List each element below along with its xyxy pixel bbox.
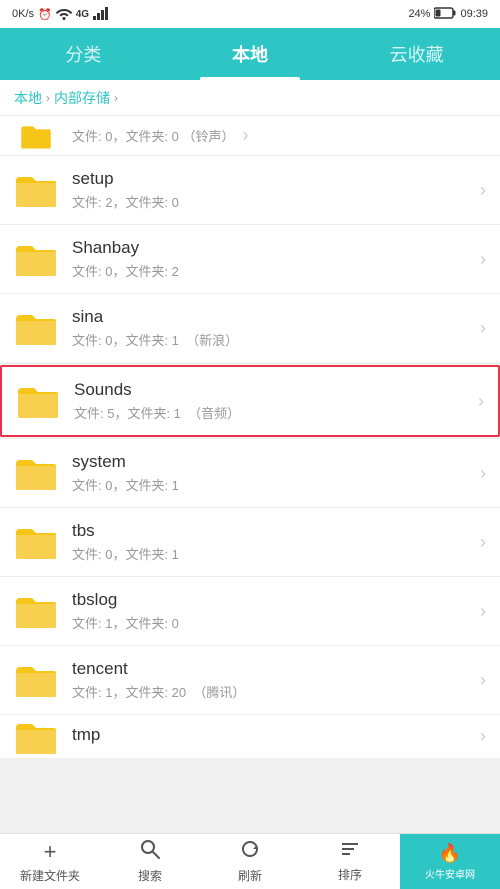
- file-info: tbs 文件: 0，文件夹: 1: [72, 521, 472, 563]
- status-left: 0K/s ⏰ 4G: [12, 6, 109, 23]
- file-info: tencent 文件: 1，文件夹: 20 （腾讯）: [72, 659, 472, 701]
- file-meta: 文件: 2，文件夹: 0: [72, 192, 472, 211]
- folder-icon: [14, 168, 58, 212]
- chevron-icon: ›: [480, 601, 486, 622]
- tab-local[interactable]: 本地: [167, 28, 334, 80]
- file-meta: 文件: 0，文件夹: 1: [72, 475, 472, 494]
- partial-folder-icon: [14, 122, 58, 150]
- list-item[interactable]: Shanbay 文件: 0，文件夹: 2 ›: [0, 225, 500, 294]
- file-name: tbslog: [72, 590, 472, 610]
- chevron-icon: ›: [480, 249, 486, 270]
- file-info: Sounds 文件: 5，文件夹: 1 （音频）: [74, 380, 470, 422]
- search-icon: [140, 839, 160, 865]
- file-name: setup: [72, 169, 472, 189]
- nav-label: 刷新: [238, 867, 262, 884]
- file-name: tmp: [72, 725, 472, 745]
- list-item[interactable]: tbslog 文件: 1，文件夹: 0 ›: [0, 577, 500, 646]
- file-meta: 文件: 0，文件夹: 1 （新浪）: [72, 330, 472, 349]
- chevron-icon: ›: [478, 391, 484, 412]
- file-meta: 文件: 1，文件夹: 20 （腾讯）: [72, 682, 472, 701]
- breadcrumb-sep-2: ›: [114, 91, 118, 105]
- breadcrumb-sep-1: ›: [46, 91, 50, 105]
- nav-label: 搜索: [138, 867, 162, 884]
- folder-icon: [14, 658, 58, 702]
- list-item[interactable]: system 文件: 0，文件夹: 1 ›: [0, 439, 500, 508]
- partial-chevron-icon: ›: [243, 125, 249, 146]
- folder-icon: [14, 451, 58, 495]
- list-item[interactable]: setup 文件: 2，文件夹: 0 ›: [0, 156, 500, 225]
- nav-label: 新建文件夹: [20, 867, 80, 884]
- partial-file-item[interactable]: 文件: 0，文件夹: 0 （铃声） ›: [0, 116, 500, 156]
- nav-new-folder[interactable]: + 新建文件夹: [0, 834, 100, 889]
- nav-brand[interactable]: 🔥 火牛安卓网: [400, 834, 500, 889]
- chevron-icon: ›: [480, 180, 486, 201]
- list-item[interactable]: tencent 文件: 1，文件夹: 20 （腾讯） ›: [0, 646, 500, 715]
- chevron-icon: ›: [480, 532, 486, 553]
- chevron-icon: ›: [480, 463, 486, 484]
- file-info: tbslog 文件: 1，文件夹: 0: [72, 590, 472, 632]
- file-name: sina: [72, 307, 472, 327]
- file-info: setup 文件: 2，文件夹: 0: [72, 169, 472, 211]
- chevron-icon: ›: [480, 318, 486, 339]
- speed-indicator: 0K/s: [12, 8, 34, 20]
- file-list: 文件: 0，文件夹: 0 （铃声） › setup 文件: 2，文件夹: 0 ›…: [0, 116, 500, 833]
- battery-percent: 24%: [408, 8, 430, 20]
- folder-icon: [14, 715, 58, 759]
- file-meta: 文件: 5，文件夹: 1 （音频）: [74, 403, 470, 422]
- nav-sort[interactable]: 排序: [300, 834, 400, 889]
- tab-cloud[interactable]: 云收藏: [333, 28, 500, 80]
- file-name: Shanbay: [72, 238, 472, 258]
- folder-icon: [14, 306, 58, 350]
- nav-search[interactable]: 搜索: [100, 834, 200, 889]
- file-info: Shanbay 文件: 0，文件夹: 2: [72, 238, 472, 280]
- signal-4g-icon: 4G: [76, 9, 89, 20]
- file-name: tbs: [72, 521, 472, 541]
- time-display: 09:39: [460, 8, 488, 20]
- signal-bars-icon: [93, 6, 109, 23]
- refresh-icon: [240, 839, 260, 865]
- file-meta: 文件: 0，文件夹: 1: [72, 544, 472, 563]
- list-item-partial[interactable]: tmp ›: [0, 715, 500, 759]
- file-meta: 文件: 1，文件夹: 0: [72, 613, 472, 632]
- breadcrumb-internal-storage[interactable]: 内部存储: [54, 88, 110, 108]
- file-name: system: [72, 452, 472, 472]
- breadcrumb-local[interactable]: 本地: [14, 88, 42, 108]
- status-right: 24% 09:39: [408, 7, 488, 22]
- wifi-icon: [56, 6, 72, 23]
- nav-label: 火牛安卓网: [425, 866, 475, 881]
- folder-icon: [14, 237, 58, 281]
- file-info: sina 文件: 0，文件夹: 1 （新浪）: [72, 307, 472, 349]
- status-bar: 0K/s ⏰ 4G 24% 09:39: [0, 0, 500, 28]
- file-info: tmp: [72, 725, 472, 748]
- folder-icon: [16, 379, 60, 423]
- file-name: tencent: [72, 659, 472, 679]
- tab-category[interactable]: 分类: [0, 28, 167, 80]
- list-item[interactable]: tbs 文件: 0，文件夹: 1 ›: [0, 508, 500, 577]
- breadcrumb: 本地 › 内部存储 ›: [0, 80, 500, 116]
- chevron-icon: ›: [480, 726, 486, 747]
- sort-icon: [340, 840, 360, 864]
- tab-bar: 分类 本地 云收藏: [0, 28, 500, 80]
- file-name: Sounds: [74, 380, 470, 400]
- folder-icon: [14, 520, 58, 564]
- alarm-icon: ⏰: [38, 8, 52, 21]
- nav-refresh[interactable]: 刷新: [200, 834, 300, 889]
- bottom-nav: + 新建文件夹 搜索 刷新 排序: [0, 833, 500, 889]
- partial-file-meta: 文件: 0，文件夹: 0 （铃声）: [72, 126, 235, 145]
- battery-icon: [434, 7, 456, 22]
- file-meta: 文件: 0，文件夹: 2: [72, 261, 472, 280]
- chevron-icon: ›: [480, 670, 486, 691]
- list-item[interactable]: sina 文件: 0，文件夹: 1 （新浪） ›: [0, 294, 500, 363]
- file-info: system 文件: 0，文件夹: 1: [72, 452, 472, 494]
- list-item-highlighted[interactable]: Sounds 文件: 5，文件夹: 1 （音频） ›: [0, 365, 500, 437]
- folder-icon: [14, 589, 58, 633]
- brand-icon: 🔥: [439, 843, 461, 864]
- nav-label: 排序: [338, 866, 362, 883]
- plus-icon: +: [44, 839, 57, 865]
